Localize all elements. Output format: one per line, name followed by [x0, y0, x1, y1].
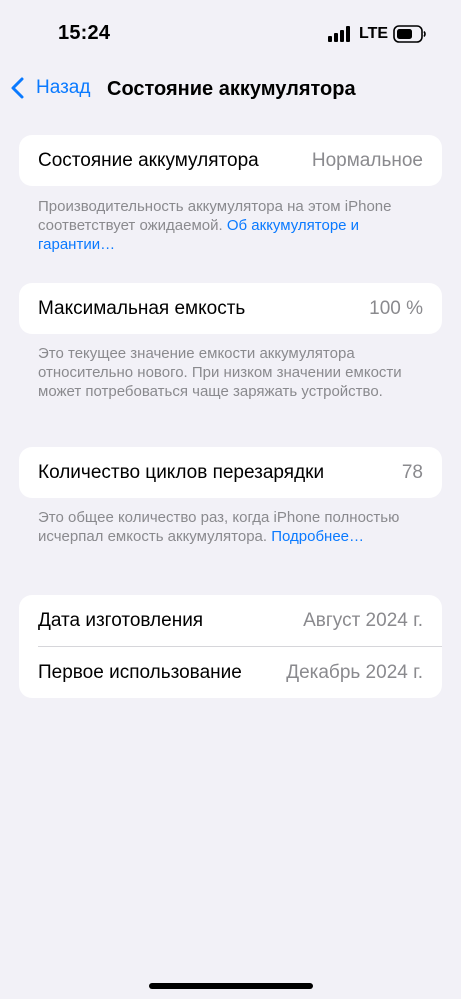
first-use-label: Первое использование — [38, 661, 242, 683]
battery-health-label: Состояние аккумулятора — [38, 149, 259, 171]
charge-cycles-group: Количество циклов перезарядки 78 — [19, 447, 442, 498]
max-capacity-value: 100 % — [369, 297, 423, 319]
chevron-left-icon — [11, 77, 24, 99]
battery-icon — [393, 25, 426, 43]
more-info-link[interactable]: Подробнее… — [271, 528, 364, 545]
charge-cycles-label: Количество циклов перезарядки — [38, 461, 325, 483]
max-capacity-label: Максимальная емкость — [38, 297, 246, 319]
network-type: LTE — [359, 25, 389, 42]
battery-health-footnote: Производительность аккумулятора на этом … — [38, 197, 428, 254]
back-label: Назад — [36, 77, 91, 98]
status-bar: 15:24 LTE — [0, 0, 461, 64]
max-capacity-footnote: Это текущее значение емкости аккумулятор… — [38, 345, 402, 400]
charge-cycles-row: Количество циклов перезарядки 78 — [19, 447, 442, 498]
manufacture-date-value: Август 2024 г. — [303, 609, 423, 631]
status-time: 15:24 — [58, 22, 111, 44]
charge-cycles-value: 78 — [401, 461, 423, 483]
dates-group: Дата изготовления Август 2024 г. Первое … — [19, 595, 442, 698]
battery-health-group: Состояние аккумулятора Нормальное — [19, 135, 442, 186]
max-capacity-row: Максимальная емкость 100 % — [19, 283, 442, 334]
first-use-value: Декабрь 2024 г. — [286, 661, 423, 683]
cellular-signal-icon — [328, 26, 352, 42]
battery-health-row: Состояние аккумулятора Нормальное — [19, 135, 442, 186]
battery-health-value: Нормальное — [311, 149, 423, 171]
max-capacity-group: Максимальная емкость 100 % — [19, 283, 442, 334]
first-use-row: Первое использование Декабрь 2024 г. — [19, 647, 442, 698]
home-indicator[interactable] — [149, 983, 313, 989]
navigation-bar: Назад Состояние аккумулятора — [0, 64, 461, 114]
manufacture-date-row: Дата изготовления Август 2024 г. — [19, 595, 442, 646]
charge-cycles-footnote: Это общее количество раз, когда iPhone п… — [38, 508, 428, 546]
manufacture-date-label: Дата изготовления — [38, 609, 204, 631]
back-button[interactable]: Назад — [8, 76, 90, 100]
page-title: Состояние аккумулятора — [107, 78, 356, 100]
